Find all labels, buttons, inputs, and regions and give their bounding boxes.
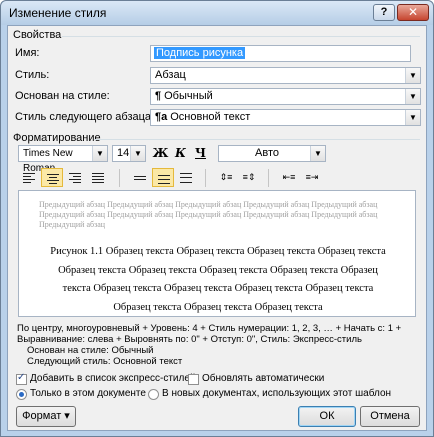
single-spacing-icon xyxy=(134,173,146,183)
font-color-value: Авто xyxy=(255,147,279,159)
name-label: Имя: xyxy=(15,47,40,59)
double-spacing-icon xyxy=(180,173,192,183)
dialog-window: Изменение стиля ? ✕ Свойства Имя: Подпис… xyxy=(0,0,434,437)
align-left-button[interactable] xyxy=(18,168,40,187)
style-preview: Предыдущий абзац Предыдущий абзац Предыд… xyxy=(18,190,416,317)
next-style-select[interactable]: ¶a Основной текст ▼ xyxy=(150,109,421,126)
align-right-button[interactable] xyxy=(64,168,86,187)
only-this-document-label[interactable]: Только в этом документе xyxy=(30,388,146,399)
double-spacing-button[interactable] xyxy=(175,168,197,187)
chevron-down-icon[interactable]: ▼ xyxy=(405,89,420,104)
toolbar-separator xyxy=(119,169,120,187)
align-center-button[interactable] xyxy=(41,168,63,187)
decrease-indent-icon: ⇤≡ xyxy=(282,172,296,182)
only-this-document-radio[interactable] xyxy=(16,389,27,400)
decrease-indent-button[interactable]: ⇤≡ xyxy=(278,168,300,187)
properties-section-label: Свойства xyxy=(13,29,62,41)
title-bar: Изменение стиля ? ✕ xyxy=(1,1,433,25)
one-half-spacing-button[interactable] xyxy=(152,168,174,187)
underline-button[interactable]: Ч xyxy=(192,145,209,162)
style-type-select[interactable]: Абзац ▼ xyxy=(150,67,421,84)
ok-button[interactable]: ОК xyxy=(298,406,356,427)
cancel-button[interactable]: Отмена xyxy=(360,406,420,427)
add-to-quick-styles-checkbox[interactable] xyxy=(16,372,27,385)
description-line: Выравнивание: слева + Выровнять по: 0" +… xyxy=(17,334,362,345)
space-after-icon: ≡⇕ xyxy=(242,172,256,182)
style-type-value: Абзац xyxy=(155,69,186,81)
name-field[interactable]: Подпись рисунка xyxy=(150,45,411,62)
description-line: По центру, многоуровневый + Уровень: 4 +… xyxy=(17,323,402,334)
space-before-icon: ⇕≡ xyxy=(219,172,233,182)
linked-style-icon: ¶a xyxy=(155,111,168,123)
auto-update-label[interactable]: Обновлять автоматически xyxy=(202,373,324,384)
next-style-label: Стиль следующего абзаца: xyxy=(15,111,155,123)
align-justify-button[interactable] xyxy=(87,168,109,187)
chevron-down-icon[interactable]: ▼ xyxy=(310,146,325,161)
name-field-value: Подпись рисунка xyxy=(154,47,246,59)
dialog-title: Изменение стиля xyxy=(9,6,107,20)
align-center-icon xyxy=(47,174,59,184)
based-on-label: Основан на стиле: xyxy=(15,90,110,102)
next-style-value: Основной текст xyxy=(170,111,251,123)
text-style-buttons: Ж К Ч xyxy=(150,145,214,162)
align-right-icon xyxy=(69,173,81,183)
new-documents-radio[interactable] xyxy=(148,389,159,400)
help-button[interactable]: ? xyxy=(373,4,395,21)
font-size-select[interactable]: 14 ▼ xyxy=(112,145,146,162)
paragraph-style-icon: ¶ xyxy=(155,90,162,102)
dialog-body: Свойства Имя: Подпись рисунка Стиль: Абз… xyxy=(7,25,427,431)
chevron-down-icon[interactable]: ▼ xyxy=(130,146,145,161)
based-on-value: Обычный xyxy=(164,90,213,102)
style-type-label: Стиль: xyxy=(15,69,50,81)
style-description: По центру, многоуровневый + Уровень: 4 +… xyxy=(14,321,422,368)
space-after-button[interactable]: ≡⇕ xyxy=(238,168,260,187)
formatting-divider xyxy=(94,139,420,140)
toolbar-separator xyxy=(268,169,269,187)
font-color-select[interactable]: Авто ▼ xyxy=(218,145,326,162)
auto-update-checkbox[interactable] xyxy=(188,374,199,385)
align-justify-icon xyxy=(92,173,104,183)
chevron-down-icon[interactable]: ▼ xyxy=(405,68,420,83)
one-half-spacing-icon xyxy=(158,174,170,184)
chevron-down-icon[interactable]: ▼ xyxy=(92,146,107,161)
bold-button[interactable]: Ж xyxy=(152,145,169,162)
align-left-icon xyxy=(23,173,35,183)
preview-line: Рисунок 1.1 Образец текста Образец текст… xyxy=(50,246,386,257)
single-spacing-button[interactable] xyxy=(129,168,151,187)
italic-button[interactable]: К xyxy=(172,145,189,162)
preview-line: Образец текста Образец текста Образец те… xyxy=(113,301,323,313)
format-menu-button[interactable]: Формат ▾ xyxy=(16,406,76,427)
preview-line: Образец текста Образец текста Образец те… xyxy=(58,264,378,276)
increase-indent-button[interactable]: ≡⇥ xyxy=(301,168,323,187)
properties-divider xyxy=(62,36,420,37)
preview-line: текста Образец текста Образец текста Обр… xyxy=(62,283,374,294)
previous-paragraph-preview: Предыдущий абзац Предыдущий абзац Предыд… xyxy=(39,200,378,229)
sample-text-preview: Рисунок 1.1 Образец текста Образец текст… xyxy=(33,243,403,316)
font-size-value: 14 xyxy=(117,147,130,159)
based-on-select[interactable]: ¶ Обычный ▼ xyxy=(150,88,421,105)
description-line: Основан на стиле: Обычный xyxy=(27,345,154,356)
formatting-section-label: Форматирование xyxy=(13,132,101,144)
space-before-button[interactable]: ⇕≡ xyxy=(215,168,237,187)
chevron-down-icon[interactable]: ▼ xyxy=(405,110,420,125)
new-documents-label[interactable]: В новых документах, использующих этот ша… xyxy=(162,388,391,399)
add-to-quick-styles-label[interactable]: Добавить в список экспресс-стилей xyxy=(30,373,196,384)
description-line: Следующий стиль: Основной текст xyxy=(27,356,183,367)
font-select[interactable]: Times New Roman ▼ xyxy=(18,145,108,174)
toolbar-separator xyxy=(205,169,206,187)
increase-indent-icon: ≡⇥ xyxy=(305,172,319,182)
close-button[interactable]: ✕ xyxy=(397,4,429,21)
